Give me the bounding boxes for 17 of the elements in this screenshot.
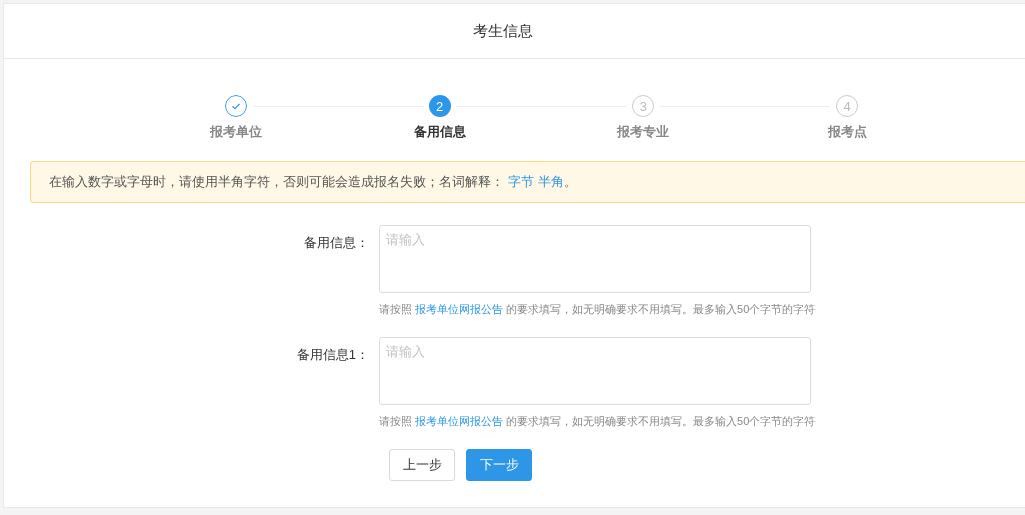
term-link[interactable]: 字节	[508, 174, 534, 189]
term-link[interactable]: 半角	[538, 174, 564, 189]
field-hint: 请按照 报考单位网报公告 的要求填写，如无明确要求不用填写。最多输入50个字节的字符	[379, 302, 816, 317]
field-hint: 请按照 报考单位网报公告 的要求填写，如无明确要求不用填写。最多输入50个字节的字符	[379, 414, 816, 429]
notice-link[interactable]: 报考单位网报公告	[415, 303, 504, 315]
next-button[interactable]: 下一步	[466, 449, 532, 481]
step-label: 备用信息	[413, 123, 466, 141]
step-number: 2	[428, 95, 451, 117]
step-label: 报考单位	[209, 123, 262, 141]
notice-link[interactable]: 报考单位网报公告	[415, 415, 504, 427]
field-label: 备用信息1：	[295, 346, 370, 364]
step-label: 报考点	[827, 123, 867, 141]
notice-text: 在输入数字或字母时，请使用半角字符，否则可能会造成报名失败；名词解释： 字节 半角。	[49, 173, 577, 191]
field-label: 备用信息：	[303, 234, 370, 252]
step-label: 报考专业	[617, 123, 670, 141]
page-title: 考生信息	[473, 21, 533, 41]
back-button[interactable]: 上一步	[389, 449, 455, 481]
